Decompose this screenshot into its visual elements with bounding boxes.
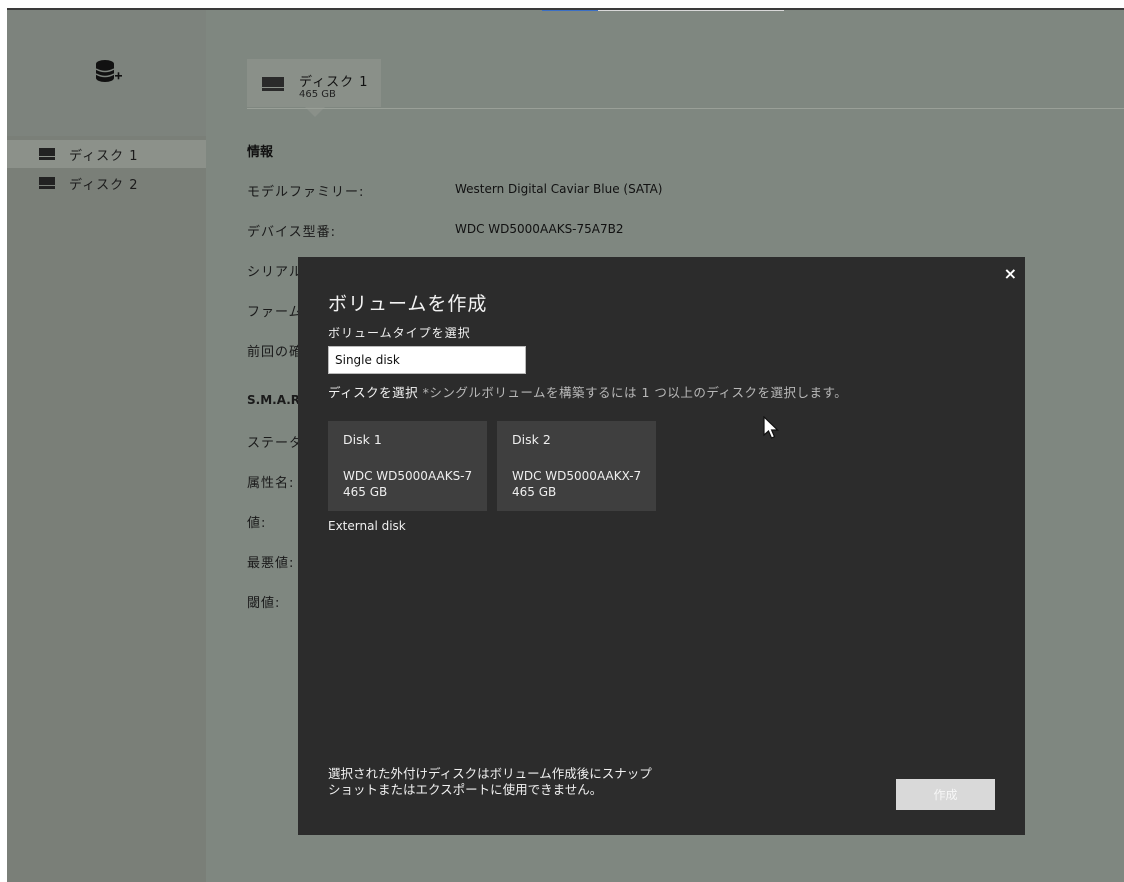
create-button[interactable]: 作成 [896, 779, 995, 810]
smart-label: 最悪値: [247, 556, 295, 571]
info-label: 前回の確 [247, 345, 304, 360]
disk-icon [39, 177, 55, 189]
disk-icon [262, 77, 284, 91]
info-label: ファーム [247, 305, 303, 320]
sidebar-item-disk1[interactable]: ディスク 1 [7, 140, 206, 168]
volume-type-select[interactable]: Single disk [328, 346, 526, 374]
sidebar: ディスク 1 ディスク 2 [7, 10, 206, 882]
sidebar-item-label: ディスク 2 [69, 177, 139, 193]
mouse-pointer-icon [763, 416, 779, 439]
info-value: Western Digital Caviar Blue (SATA) [455, 182, 663, 196]
create-volume-dialog: × ボリュームを作成 ボリュームタイプを選択 Single disk ディスクを… [298, 257, 1025, 835]
smart-label: 属性名: [247, 476, 295, 491]
disk-card-2[interactable]: Disk 2 WDC WD5000AAKX-7 465 GB [497, 421, 656, 511]
smart-heading: S.M.A.R. [247, 393, 305, 407]
info-label: シリアル [247, 265, 303, 280]
disk-card-size: 465 GB [343, 485, 388, 499]
disk-card-model: WDC WD5000AAKX-7 [512, 469, 642, 483]
sidebar-header [7, 10, 206, 136]
disk-card-model: WDC WD5000AAKS-7 [343, 469, 473, 483]
disk-card-name: Disk 1 [343, 432, 382, 447]
info-value: WDC WD5000AAKS-75A7B2 [455, 222, 624, 236]
smart-label: ステータ [247, 436, 304, 451]
disk-card-name: Disk 2 [512, 432, 551, 447]
info-label: モデルファミリー: [247, 185, 365, 200]
external-disk-label: External disk [328, 519, 406, 533]
disk-tab-title: ディスク 1 [299, 75, 369, 90]
close-icon[interactable]: × [1004, 264, 1017, 283]
divider [247, 108, 1124, 109]
smart-label: 閾値: [247, 596, 281, 611]
smart-label: 値: [247, 516, 267, 531]
volume-type-label: ボリュームタイプを選択 [328, 326, 471, 340]
sidebar-item-disk2[interactable]: ディスク 2 [7, 169, 206, 197]
select-disk-hint: *シングルボリュームを構築するには 1 つ以上のディスクを選択します。 [418, 385, 848, 400]
select-disk-label: ディスクを選択 [328, 385, 419, 400]
dialog-title: ボリュームを作成 [328, 293, 488, 315]
select-disk-line: ディスクを選択 *シングルボリュームを構築するには 1 つ以上のディスクを選択し… [328, 382, 847, 401]
disk-icon [39, 148, 55, 160]
disk-tab-size: 465 GB [299, 89, 336, 100]
footer-note: 選択された外付けディスクはボリューム作成後にスナップ ショットまたはエクスポート… [328, 766, 652, 797]
disk-card-1[interactable]: Disk 1 WDC WD5000AAKS-7 465 GB [328, 421, 487, 511]
database-add-icon[interactable] [95, 59, 123, 85]
sidebar-item-label: ディスク 1 [69, 148, 139, 164]
disk-card-size: 465 GB [512, 485, 557, 499]
info-heading: 情報 [247, 145, 274, 160]
disk-tab[interactable]: ディスク 1 465 GB [247, 59, 381, 117]
info-label: デバイス型番: [247, 225, 336, 240]
